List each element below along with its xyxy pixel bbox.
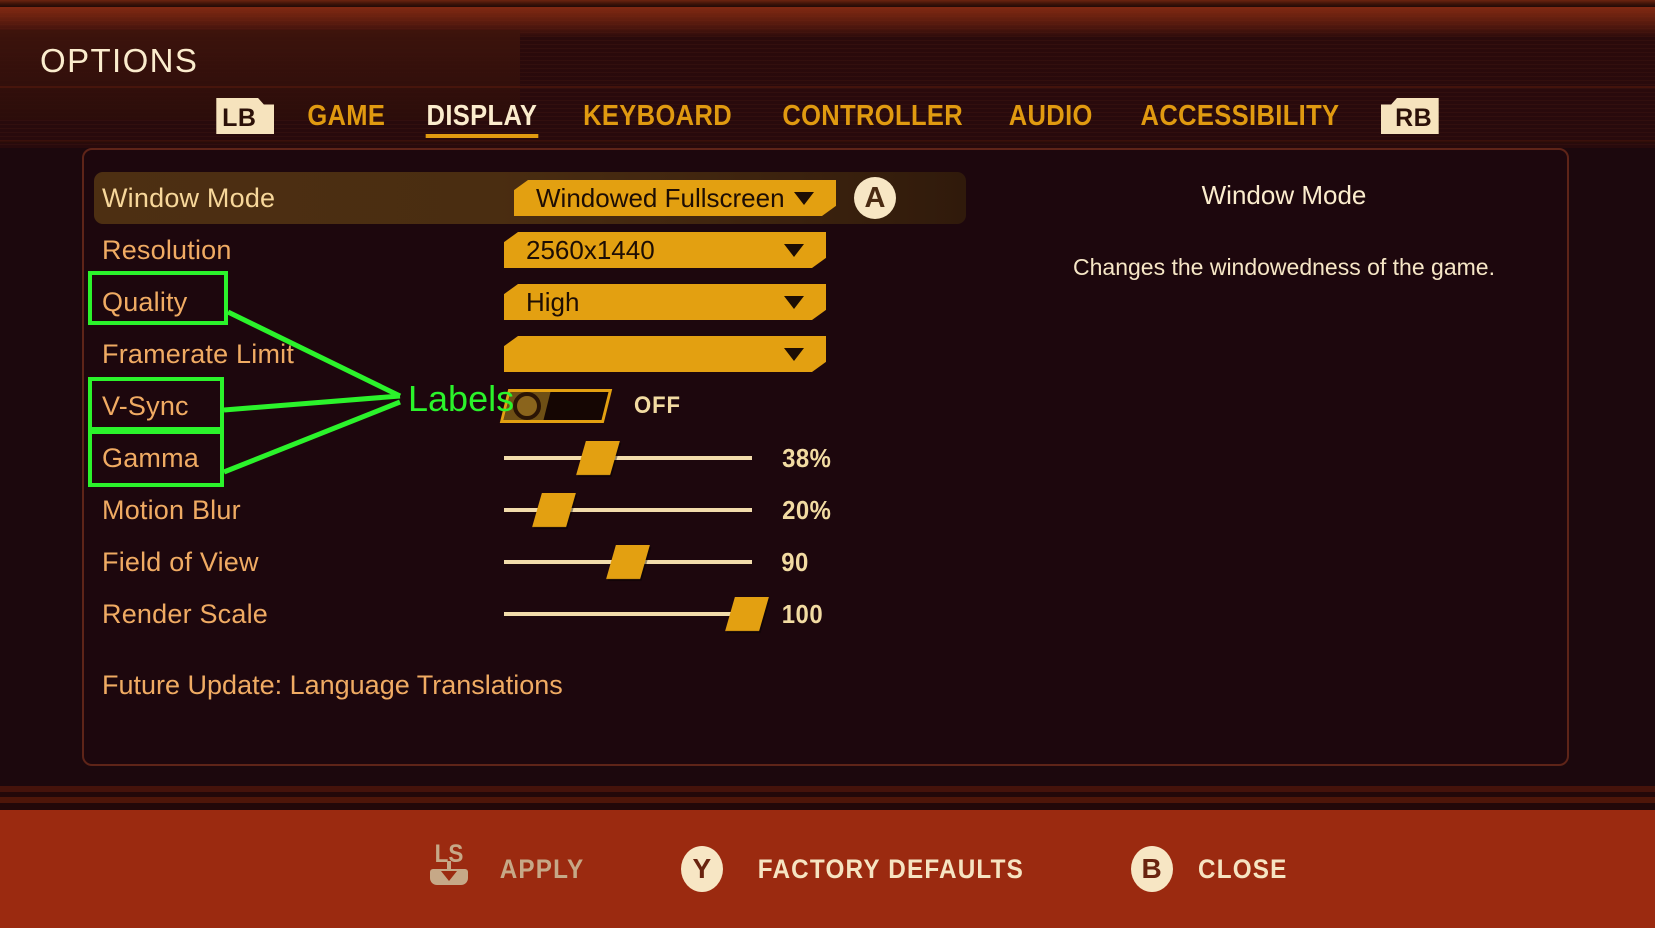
options-panel: Window Mode Windowed Fullscreen A Resolu…	[82, 148, 1569, 766]
slider-render-scale[interactable]	[504, 597, 769, 631]
setting-row-quality[interactable]: Quality High	[84, 276, 984, 328]
setting-control-gamma: 38%	[504, 441, 984, 475]
setting-row-framerate-limit[interactable]: Framerate Limit	[84, 328, 984, 380]
setting-row-v-sync[interactable]: V-Sync OFF	[84, 380, 984, 432]
setting-control-v-sync: OFF	[499, 389, 984, 423]
description-title: Window Mode	[1201, 180, 1367, 210]
setting-label-render-scale: Render Scale	[102, 598, 268, 629]
setting-control-quality: High	[504, 284, 984, 320]
dropdown-resolution-value: 2560x1440	[526, 234, 655, 265]
setting-label-quality: Quality	[102, 286, 188, 317]
slider-gamma[interactable]	[504, 441, 752, 475]
setting-label-motion-blur: Motion Blur	[102, 494, 241, 525]
tab-audio[interactable]: AUDIO	[997, 96, 1106, 136]
slider-motion-blur-value: 20%	[782, 494, 832, 525]
header-stripe-a	[0, 86, 1655, 88]
bottom-rule	[0, 803, 1655, 810]
header-stripe-b	[0, 140, 1655, 143]
y-button-icon: Y	[680, 846, 723, 892]
tab-controller-label: CONTROLLER	[782, 100, 963, 132]
prompt-close[interactable]: B CLOSE	[1130, 846, 1293, 892]
chevron-down-icon	[784, 348, 804, 361]
prompt-apply[interactable]: LS APPLY	[423, 841, 589, 897]
chevron-down-icon	[784, 296, 804, 309]
slider-handle[interactable]	[531, 493, 576, 527]
setting-control-window-mode: Windowed Fullscreen A	[514, 177, 966, 219]
tab-game-label: GAME	[307, 100, 386, 132]
tab-display-label: DISPLAY	[426, 100, 538, 132]
prompt-factory-defaults-label: FACTORY DEFAULTS	[757, 853, 1024, 884]
setting-control-render-scale: 100	[504, 597, 984, 631]
dropdown-window-mode-value: Windowed Fullscreen	[536, 182, 785, 213]
slider-field-of-view[interactable]	[504, 545, 752, 579]
prompt-close-label: CLOSE	[1197, 853, 1288, 884]
shoulder-button-rb[interactable]: RB	[1380, 98, 1439, 134]
left-stick-base	[429, 869, 468, 885]
bottom-action-bar: LS APPLY Y FACTORY DEFAULTS B CLOSE	[0, 786, 1655, 928]
setting-label-field-of-view: Field of View	[102, 546, 259, 577]
toggle-v-sync-state: OFF	[634, 392, 681, 419]
setting-row-motion-blur[interactable]: Motion Blur 20%	[84, 484, 984, 536]
a-button-icon[interactable]: A	[854, 177, 896, 219]
setting-control-resolution: 2560x1440	[504, 232, 984, 268]
setting-row-render-scale[interactable]: Render Scale 100	[84, 588, 984, 640]
header-top-rule	[0, 0, 1655, 7]
tab-display[interactable]: DISPLAY	[414, 96, 549, 138]
button-prompt-row: LS APPLY Y FACTORY DEFAULTS B CLOSE	[0, 810, 1655, 928]
dropdown-window-mode[interactable]: Windowed Fullscreen	[514, 180, 836, 216]
slider-render-scale-value: 100	[781, 598, 824, 629]
chevron-down-icon	[784, 244, 804, 257]
setting-label-window-mode: Window Mode	[102, 182, 276, 213]
slider-track	[504, 612, 752, 616]
setting-label-resolution: Resolution	[102, 234, 232, 265]
setting-control-motion-blur: 20%	[504, 493, 984, 527]
setting-row-window-mode[interactable]: Window Mode Windowed Fullscreen A	[94, 172, 966, 224]
setting-control-framerate-limit	[504, 336, 984, 372]
dropdown-framerate-limit[interactable]	[504, 336, 826, 372]
slider-field-of-view-value: 90	[781, 546, 809, 577]
tab-audio-label: AUDIO	[1009, 100, 1094, 132]
setting-label-gamma: Gamma	[102, 442, 200, 473]
slider-handle[interactable]	[606, 545, 650, 579]
slider-motion-blur[interactable]	[504, 493, 752, 527]
future-update-note: Future Update: Language Translations	[102, 670, 563, 700]
prompt-factory-defaults[interactable]: Y FACTORY DEFAULTS	[680, 846, 1039, 892]
description-panel: Window Mode Changes the windowedness of …	[1004, 174, 1564, 283]
setting-label-framerate-limit: Framerate Limit	[102, 338, 295, 369]
dropdown-quality[interactable]: High	[504, 284, 826, 320]
shoulder-lb-label: LB	[222, 103, 257, 132]
annotation-label-text: Labels	[408, 378, 515, 419]
tab-keyboard[interactable]: KEYBOARD	[571, 96, 745, 136]
tab-keyboard-label: KEYBOARD	[582, 100, 732, 132]
slider-handle[interactable]	[725, 597, 769, 631]
slider-gamma-value: 38%	[782, 442, 832, 473]
slider-track	[504, 456, 752, 460]
tab-game[interactable]: GAME	[295, 96, 398, 136]
tab-accessibility-label: ACCESSIBILITY	[1140, 100, 1340, 132]
b-button-icon: B	[1130, 846, 1173, 892]
tab-accessibility[interactable]: ACCESSIBILITY	[1128, 96, 1351, 136]
setting-row-field-of-view[interactable]: Field of View 90	[84, 536, 984, 588]
prompt-apply-label: APPLY	[499, 853, 585, 884]
page-title: OPTIONS	[40, 42, 199, 79]
slider-handle[interactable]	[576, 441, 621, 475]
chevron-down-icon	[794, 192, 814, 205]
setting-row-gamma[interactable]: Gamma 38%	[84, 432, 984, 484]
shoulder-button-lb[interactable]: LB	[216, 98, 275, 134]
settings-list: Window Mode Windowed Fullscreen A Resolu…	[84, 172, 984, 640]
tab-bar: LB GAME DISPLAY KEYBOARD CONTROLLER AUDI…	[0, 92, 1655, 140]
tab-controller[interactable]: CONTROLLER	[770, 96, 975, 136]
toggle-v-sync[interactable]	[499, 389, 613, 423]
shoulder-rb-label: RB	[1395, 103, 1433, 132]
setting-row-resolution[interactable]: Resolution 2560x1440	[84, 224, 984, 276]
dropdown-resolution[interactable]: 2560x1440	[504, 232, 826, 268]
dropdown-quality-value: High	[526, 286, 580, 317]
description-body: Changes the windowedness of the game.	[1073, 254, 1495, 280]
left-stick-icon: LS	[423, 841, 475, 897]
options-screen: OPTIONS LB GAME DISPLAY KEYBOARD CONTROL…	[0, 0, 1655, 928]
setting-control-field-of-view: 90	[504, 545, 984, 579]
